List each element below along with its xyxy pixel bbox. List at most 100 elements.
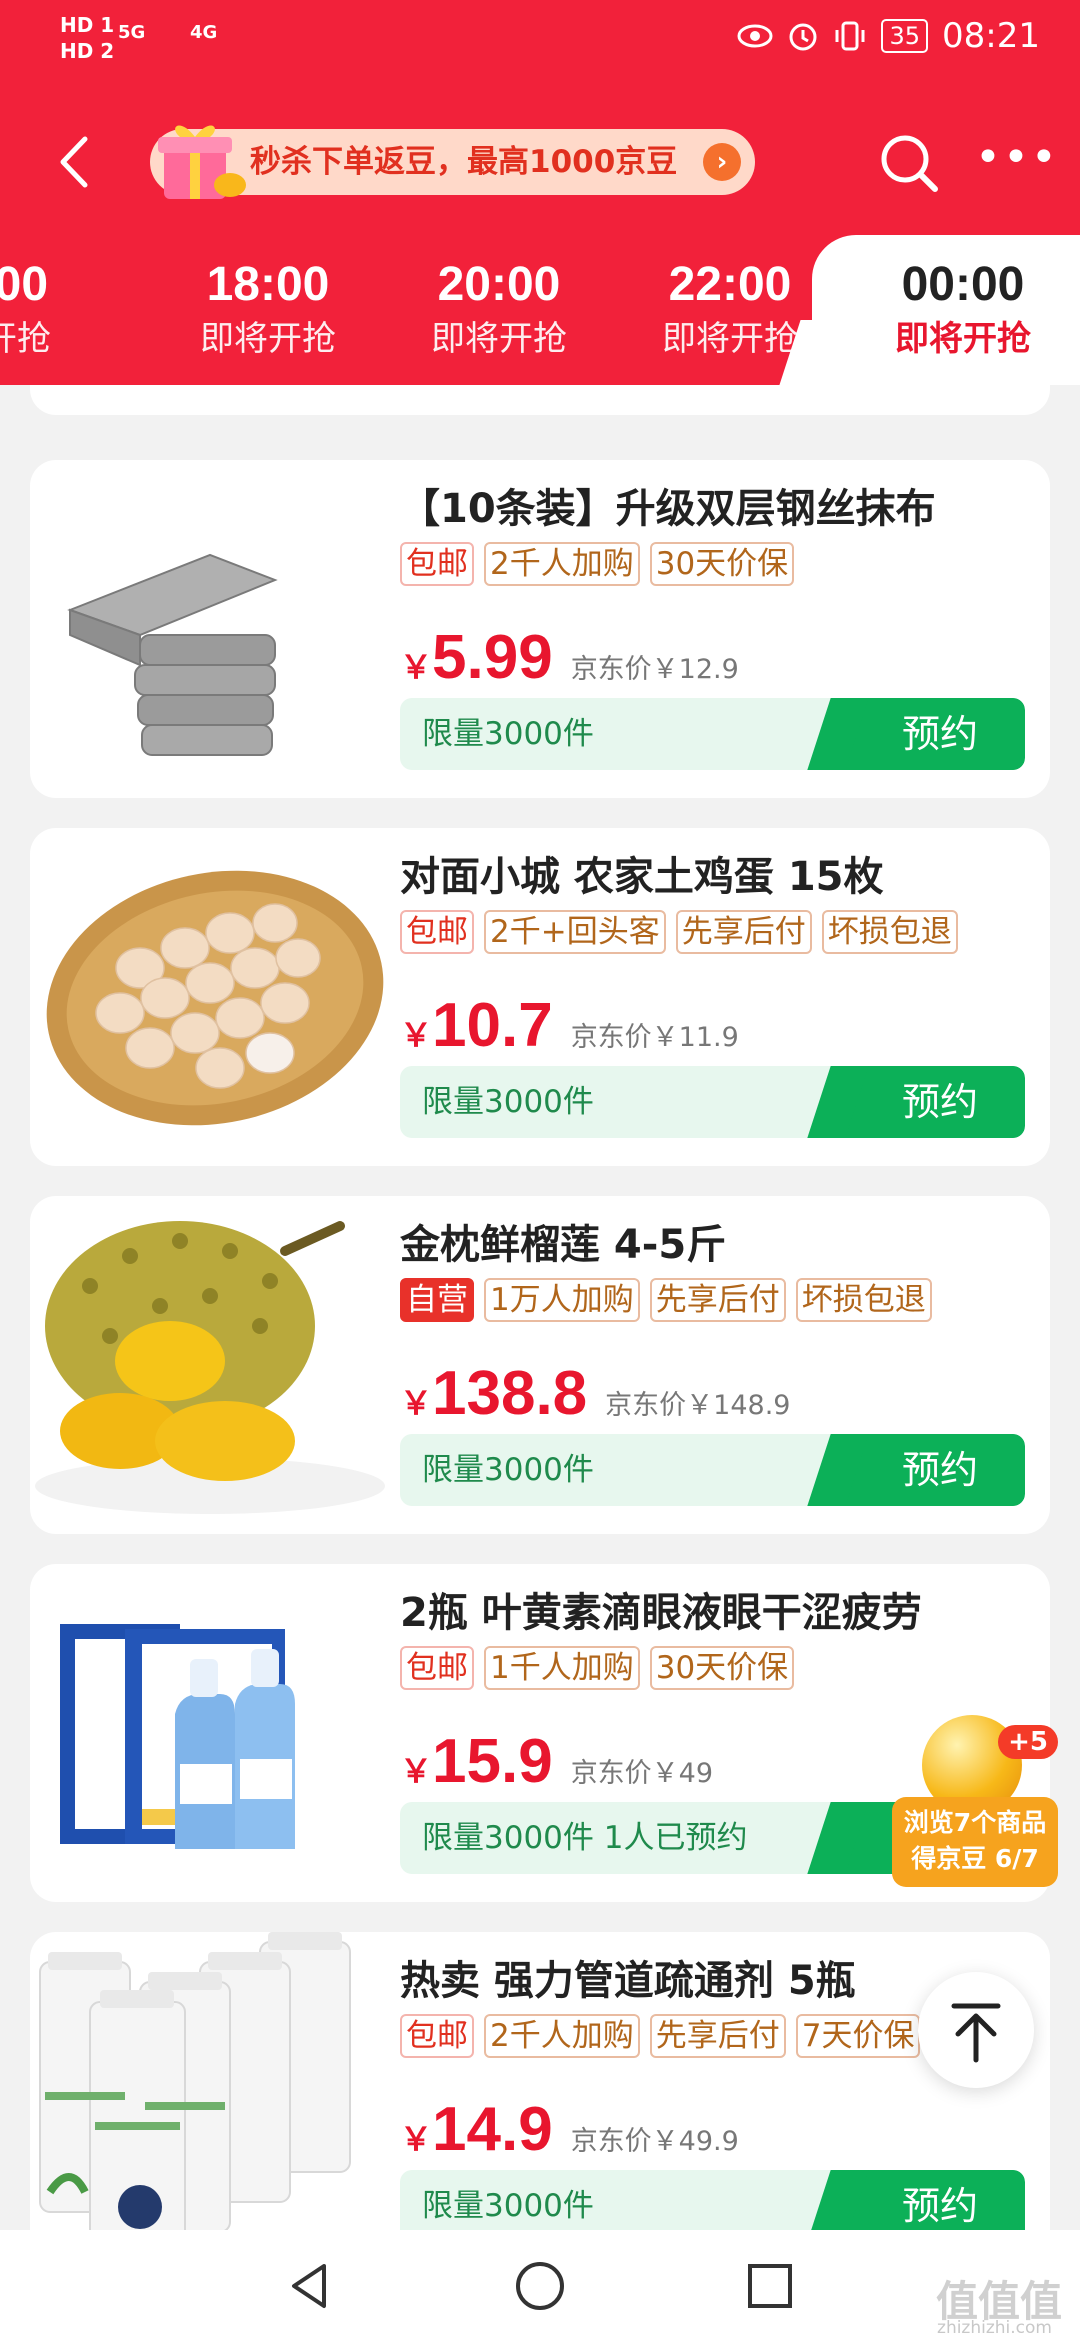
tab-time: 18:00 — [206, 258, 330, 311]
bean-reward-widget[interactable]: +5 浏览7个商品 得京豆 6/7 — [892, 1715, 1058, 1890]
price-value: 14.9 — [432, 2095, 553, 2164]
jd-price: 京东价￥49.9 — [570, 2126, 739, 2157]
tag: 2千人加购 — [484, 542, 640, 586]
gift-icon — [158, 125, 246, 199]
product-title: 对面小城 农家土鸡蛋 15枚 — [400, 854, 884, 900]
alarm-icon — [789, 23, 817, 51]
price: ￥ 138.8 京东价￥148.9 — [400, 1358, 790, 1429]
price-value: 10.7 — [432, 991, 553, 1060]
product-image-drain-cleaner — [39, 1932, 351, 2230]
hd1-label: HD 1 — [60, 13, 115, 37]
tag-free-shipping: 包邮 — [400, 1646, 474, 1690]
tag: 先享后付 — [675, 910, 812, 954]
product-tags: 包邮 1千人加购 30天价保 — [400, 1646, 795, 1690]
tag-free-shipping: 包邮 — [400, 910, 474, 954]
signal-4g-icon: 4G — [190, 22, 218, 43]
vibrate-icon — [835, 21, 865, 51]
product-card[interactable]: 【10条装】升级双层钢丝抹布 包邮 2千人加购 30天价保 ￥ 5.99 京东价… — [30, 460, 1050, 798]
yen-sign: ￥ — [400, 648, 433, 686]
product-image-eggs — [46, 870, 384, 1126]
tag: 30天价保 — [649, 1646, 795, 1690]
hd2-label: HD 2 — [60, 39, 115, 63]
tab-time: 00:00 — [901, 258, 1025, 311]
reward-line1: 浏览7个商品 — [903, 1808, 1047, 1837]
tag: 1万人加购 — [484, 1278, 640, 1322]
price: ￥ 14.9 京东价￥49.9 — [400, 2094, 739, 2165]
eye-icon — [737, 24, 773, 48]
tag: 2千+回头客 — [484, 910, 666, 954]
price-value: 138.8 — [432, 1359, 588, 1428]
tag: 坏损包退 — [821, 910, 958, 954]
tag: 1千人加购 — [484, 1646, 640, 1690]
back-icon[interactable] — [45, 127, 105, 197]
tab-0600[interactable]: 6:00 将开抢 — [0, 255, 105, 363]
product-card[interactable]: 对面小城 农家土鸡蛋 15枚 包邮 2千+回头客 先享后付 坏损包退 ￥ 10.… — [30, 828, 1050, 1166]
status-bar: HD 1 HD 2 5G 4G 35 08:21 — [0, 0, 1080, 80]
tab-time: 6:00 — [0, 258, 49, 311]
yen-sign: ￥ — [400, 2120, 433, 2158]
time-tabs: 6:00 将开抢 18:00 即将开抢 20:00 即将开抢 22:00 即将开… — [0, 255, 1080, 385]
jd-price: 京东价￥148.9 — [605, 1390, 791, 1421]
tag: 7天价保 — [795, 2014, 921, 2058]
tag: 坏损包退 — [795, 1278, 932, 1322]
product-image-cloth — [67, 553, 278, 756]
product-title: 2瓶 叶黄素滴眼液眼干涩疲劳 — [400, 1590, 922, 1636]
yen-sign: ￥ — [400, 1752, 433, 1790]
yen-sign: ￥ — [400, 1384, 433, 1422]
limit-text: 限量3000件 — [422, 2188, 594, 2224]
limit-text: 限量3000件 — [422, 1084, 594, 1120]
reserve-button[interactable]: 预约 — [835, 1434, 1025, 1506]
product-tags: 自营 1万人加购 先享后付 坏损包退 — [400, 1278, 932, 1322]
tab-status: 即将开抢 — [200, 319, 336, 359]
tag-self-operated: 自营 — [400, 1278, 474, 1322]
tab-2000[interactable]: 20:00 即将开抢 — [394, 255, 604, 363]
product-list: 【10条装】升级双层钢丝抹布 包邮 2千人加购 30天价保 ￥ 5.99 京东价… — [0, 385, 1080, 2230]
product-card[interactable]: 热卖 强力管道疏通剂 5瓶 包邮 2千人加购 先享后付 7天价保 ￥ 14.9 … — [30, 1932, 1050, 2230]
tag: 先享后付 — [649, 1278, 786, 1322]
search-icon[interactable] — [875, 129, 945, 199]
tab-1800[interactable]: 18:00 即将开抢 — [163, 255, 373, 363]
limit-bar: 限量3000件 预约 — [400, 698, 1025, 770]
tag-free-shipping: 包邮 — [400, 542, 474, 586]
promo-banner[interactable]: 秒杀下单返豆，最高1000京豆 › — [150, 125, 755, 199]
system-navigation-bar — [0, 2230, 1080, 2340]
reserve-button[interactable]: 预约 — [835, 1066, 1025, 1138]
tag-free-shipping: 包邮 — [400, 2014, 474, 2058]
nav-home-icon[interactable] — [510, 2256, 570, 2316]
battery-icon: 35 — [881, 19, 929, 53]
jd-price: 京东价￥49 — [570, 1758, 714, 1789]
nav-bar: 秒杀下单返豆，最高1000京豆 › ••• — [0, 115, 1080, 215]
nav-recents-icon[interactable] — [740, 2256, 800, 2316]
yen-sign: ￥ — [400, 1016, 433, 1054]
price: ￥ 10.7 京东价￥11.9 — [400, 990, 739, 1061]
signal-indicators: HD 1 HD 2 5G 4G — [60, 12, 217, 64]
watermark-url: zhizhizhi.com — [937, 2318, 1052, 2338]
jd-price: 京东价￥12.9 — [570, 654, 739, 685]
reserve-button[interactable]: 预约 — [835, 2170, 1025, 2230]
nav-back-icon[interactable] — [280, 2256, 340, 2316]
tab-2200[interactable]: 22:00 即将开抢 — [625, 255, 835, 363]
promo-text: 秒杀下单返豆，最高1000京豆 — [250, 144, 678, 180]
more-icon[interactable]: ••• — [975, 136, 1057, 183]
product-card[interactable]: 金枕鲜榴莲 4-5斤 自营 1万人加购 先享后付 坏损包退 ￥ 138.8 京东… — [30, 1196, 1050, 1534]
jd-price: 京东价￥11.9 — [570, 1022, 739, 1053]
limit-text: 限量3000件 — [422, 716, 594, 752]
limit-text: 限量3000件 1人已预约 — [422, 1820, 748, 1856]
signal-5g-icon: 5G — [118, 22, 146, 43]
tab-0000[interactable]: 00:00 即将开抢 — [858, 255, 1068, 363]
reserve-button[interactable]: 预约 — [835, 698, 1025, 770]
back-to-top-button[interactable] — [918, 1972, 1034, 2088]
price-value: 15.9 — [432, 1727, 553, 1796]
product-tags: 包邮 2千+回头客 先享后付 坏损包退 — [400, 910, 958, 954]
tab-status: 将开抢 — [0, 319, 51, 359]
product-title: 热卖 强力管道疏通剂 5瓶 — [400, 1958, 856, 2004]
product-tags: 包邮 2千人加购 30天价保 — [400, 542, 795, 586]
price: ￥ 5.99 京东价￥12.9 — [400, 622, 739, 693]
limit-bar: 限量3000件 预约 — [400, 2170, 1025, 2230]
limit-text: 限量3000件 — [422, 1452, 594, 1488]
price: ￥ 15.9 京东价￥49 — [400, 1726, 713, 1797]
tab-time: 20:00 — [437, 258, 561, 311]
limit-bar: 限量3000件 预约 — [400, 1434, 1025, 1506]
tag: 先享后付 — [649, 2014, 786, 2058]
limit-bar: 限量3000件 预约 — [400, 1066, 1025, 1138]
